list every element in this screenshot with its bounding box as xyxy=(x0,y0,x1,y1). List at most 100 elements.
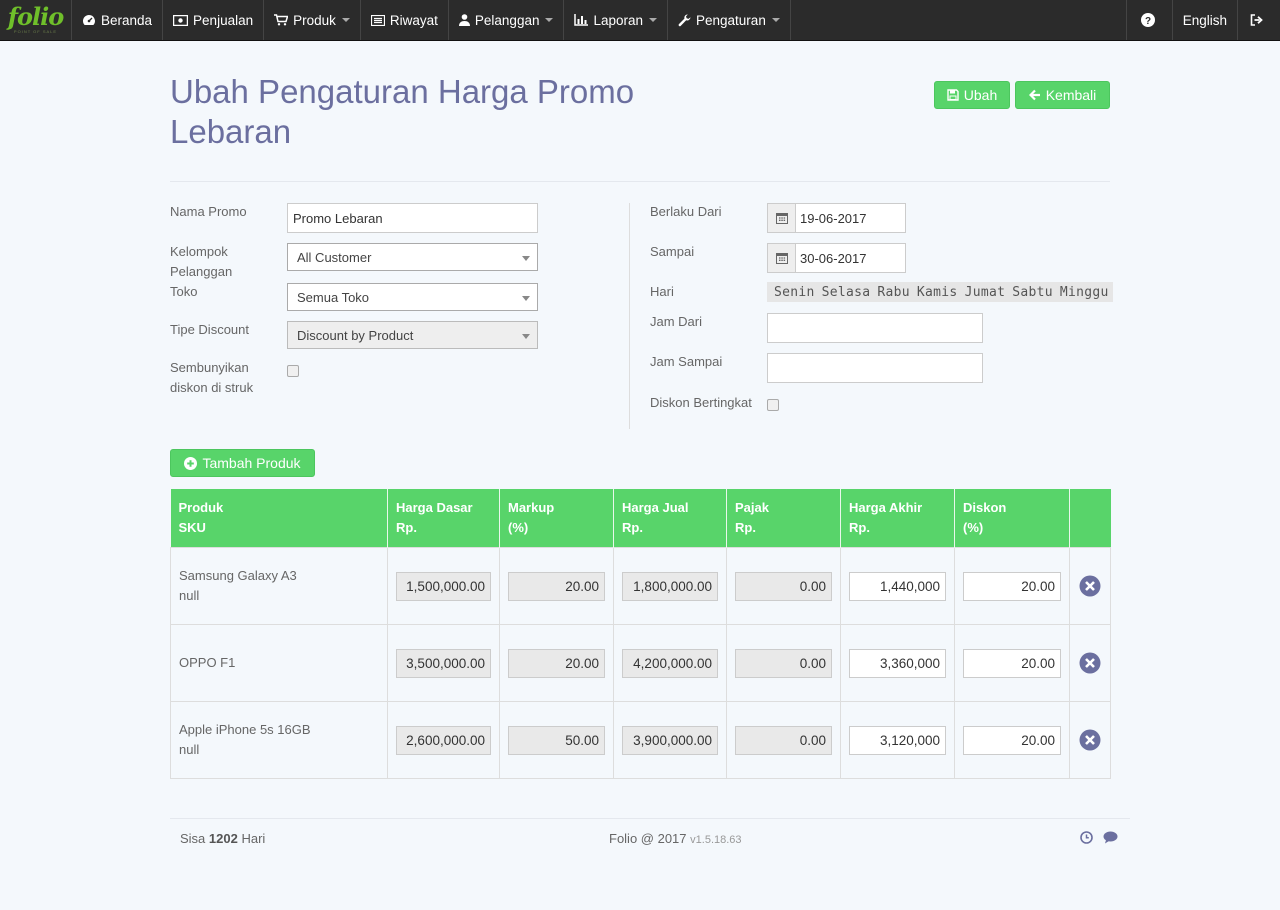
nav-penjualan[interactable]: Penjualan xyxy=(163,0,265,40)
col-produk-title: Produk xyxy=(178,500,224,515)
remove-row-button[interactable] xyxy=(1078,575,1102,597)
nama-promo-label: Nama Promo xyxy=(170,204,247,219)
harga-akhir-cell: 3,360,000 xyxy=(840,624,955,702)
dashboard-icon xyxy=(83,15,95,25)
harga-akhir-input[interactable]: 3,360,000 xyxy=(849,648,946,678)
copyright-text: Folio @ 2017 xyxy=(609,831,687,846)
harga-akhir-cell: 1,440,000 xyxy=(840,547,955,625)
day-sabtu[interactable]: Sabtu xyxy=(1012,285,1053,300)
jam-sampai-input[interactable] xyxy=(767,353,983,383)
version-text: v1.5.18.63 xyxy=(690,834,742,846)
chevron-down-icon xyxy=(649,18,658,22)
markup-cell: 50.00 xyxy=(499,701,614,779)
header-divider xyxy=(170,181,1110,182)
nav-produk[interactable]: Produk xyxy=(264,0,361,40)
sign-out-icon xyxy=(1250,14,1263,26)
nav-laporan[interactable]: Laporan xyxy=(564,0,669,40)
diskon-input[interactable]: 20.00 xyxy=(963,725,1061,755)
remaining-prefix: Sisa xyxy=(180,831,206,846)
tambah-produk-label: Tambah Produk xyxy=(202,455,301,471)
chevron-down-icon xyxy=(522,256,530,261)
harga-dasar-cell: 1,500,000.00 xyxy=(387,547,500,625)
harga-akhir-input[interactable]: 3,120,000 xyxy=(849,725,946,755)
markup-cell: 20.00 xyxy=(499,547,614,625)
jam-dari-label: Jam Dari xyxy=(650,314,703,329)
help-button[interactable]: ? xyxy=(1125,0,1172,40)
col-harga-dasar-title: Harga Dasar xyxy=(396,500,473,515)
day-selasa[interactable]: Selasa xyxy=(822,285,871,300)
ubah-button[interactable]: Ubah xyxy=(934,81,1010,109)
col-markup-title: Markup xyxy=(508,500,555,515)
nav-riwayat[interactable]: Riwayat xyxy=(361,0,449,40)
berlaku-dari-input[interactable]: 19-06-2017 xyxy=(795,203,906,233)
remaining-count: 1202 xyxy=(208,831,238,846)
markup-input: 50.00 xyxy=(508,725,605,755)
table-row: Apple iPhone 5s 16GB null 2,600,000.00 50… xyxy=(170,701,1111,779)
col-markup-sub: (%) xyxy=(508,520,529,535)
svg-text:?: ? xyxy=(1145,16,1151,27)
diskon-bertingkat-checkbox[interactable] xyxy=(767,399,779,411)
diskon-input[interactable]: 20.00 xyxy=(963,648,1061,678)
sembunyikan-checkbox[interactable] xyxy=(287,365,299,377)
close-circle-icon xyxy=(1079,575,1101,597)
jam-dari-input[interactable] xyxy=(767,313,983,343)
save-icon xyxy=(947,89,959,101)
col-harga-akhir-title: Harga Akhir xyxy=(849,500,923,515)
sampai-input[interactable]: 30-06-2017 xyxy=(795,243,906,273)
kelompok-pelanggan-label: Kelompok Pelanggan xyxy=(170,244,233,279)
chevron-down-icon xyxy=(341,18,350,22)
harga-dasar-input: 1,500,000.00 xyxy=(396,571,491,601)
days-selector: Senin Selasa Rabu Kamis Jumat Sabtu Ming… xyxy=(767,282,1113,302)
harga-dasar-cell: 3,500,000.00 xyxy=(387,624,500,702)
ubah-button-label: Ubah xyxy=(963,87,998,103)
day-senin[interactable]: Senin xyxy=(774,285,815,300)
day-minggu[interactable]: Minggu xyxy=(1060,285,1109,300)
calendar-icon[interactable] xyxy=(767,203,795,233)
footer-divider xyxy=(170,818,1130,819)
day-rabu[interactable]: Rabu xyxy=(877,285,910,300)
harga-jual-input: 3,900,000.00 xyxy=(622,725,718,755)
col-markup: Markup (%) xyxy=(499,489,614,548)
toko-select[interactable]: Semua Toko xyxy=(287,283,538,311)
remove-row-button[interactable] xyxy=(1078,729,1102,751)
diskon-cell: 20.00 xyxy=(954,624,1070,702)
nav-beranda[interactable]: Beranda xyxy=(72,0,164,40)
diskon-input[interactable]: 20.00 xyxy=(963,571,1061,601)
clock-icon[interactable] xyxy=(1080,831,1093,844)
action-cell xyxy=(1069,547,1111,625)
nav-pengaturan[interactable]: Pengaturan xyxy=(668,0,791,40)
chevron-down-icon xyxy=(522,296,530,301)
col-harga-akhir: Harga Akhir Rp. xyxy=(840,489,955,548)
harga-jual-cell: 1,800,000.00 xyxy=(613,547,727,625)
tambah-produk-button[interactable]: Tambah Produk xyxy=(170,449,315,477)
arrow-left-icon xyxy=(1028,89,1040,101)
calendar-icon[interactable] xyxy=(767,243,795,273)
chevron-down-icon xyxy=(771,18,780,22)
language-switch[interactable]: English xyxy=(1171,0,1237,40)
nav-produk-label: Produk xyxy=(293,12,336,28)
harga-jual-input: 4,200,000.00 xyxy=(622,648,718,678)
harga-jual-cell: 4,200,000.00 xyxy=(613,624,727,702)
harga-dasar-input: 3,500,000.00 xyxy=(396,648,491,678)
product-sku: null xyxy=(179,742,200,757)
remove-row-button[interactable] xyxy=(1078,652,1102,674)
col-harga-dasar-sub: Rp. xyxy=(396,520,417,535)
logout-button[interactable] xyxy=(1237,0,1280,40)
nav-pelanggan[interactable]: Pelanggan xyxy=(449,0,565,40)
nama-promo-input[interactable]: Promo Lebaran xyxy=(287,203,538,233)
harga-akhir-input[interactable]: 1,440,000 xyxy=(849,571,946,601)
product-name: Samsung Galaxy A3 xyxy=(179,568,297,583)
kembali-button[interactable]: Kembali xyxy=(1015,81,1110,109)
product-cell: OPPO F1 xyxy=(170,624,388,702)
chat-icon[interactable] xyxy=(1103,831,1118,844)
brand-logo[interactable]: folio POINT OF SALE xyxy=(0,0,72,40)
day-kamis[interactable]: Kamis xyxy=(917,285,958,300)
chevron-down-icon xyxy=(522,334,530,339)
pajak-input: 0.00 xyxy=(735,725,832,755)
action-cell xyxy=(1069,701,1111,779)
kelompok-pelanggan-select[interactable]: All Customer xyxy=(287,243,538,271)
col-actions xyxy=(1069,489,1111,548)
product-table: Produk SKU Harga Dasar Rp. Markup (%) Harga… xyxy=(170,489,1111,779)
day-jumat[interactable]: Jumat xyxy=(965,285,1006,300)
nav-laporan-label: Laporan xyxy=(593,12,644,28)
